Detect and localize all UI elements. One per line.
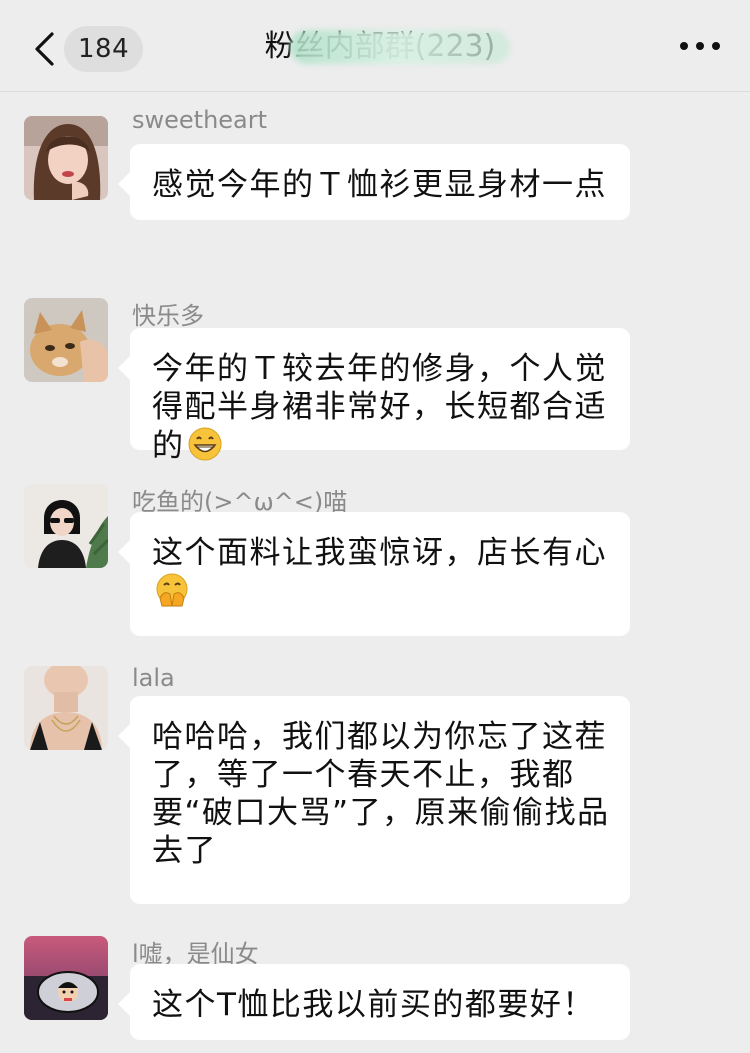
dot-icon <box>680 42 688 50</box>
message-text: 感觉今年的Ｔ恤衫更显身材一点 <box>152 167 607 203</box>
dot-icon <box>696 42 704 50</box>
mirror-cartoon-icon[interactable] <box>24 936 108 1020</box>
back-button[interactable]: 184 <box>26 26 146 72</box>
message-bubble[interactable]: 这个面料让我蛮惊讶，店长有心 <box>118 512 630 636</box>
message-text: 这个T恤比我以前买的都要好！ <box>152 987 595 1023</box>
sender-name: lala <box>132 664 175 692</box>
title-redaction-blur <box>290 30 510 64</box>
face-with-hand-over-mouth-icon <box>154 572 190 608</box>
more-options-button[interactable] <box>680 36 720 56</box>
grinning-face-icon <box>187 426 223 462</box>
sunglasses-girl-icon[interactable] <box>24 484 108 568</box>
message-bubble[interactable]: 哈哈哈，我们都以为你忘了这茬了，等了一个春天不止，我都要“破口大骂”了，原来偷偷… <box>118 696 630 904</box>
cat-icon[interactable] <box>24 298 108 382</box>
woman-portrait-icon[interactable] <box>24 116 108 200</box>
message-text: 哈哈哈，我们都以为你忘了这茬了，等了一个春天不止，我都要“破口大骂”了，原来偷偷… <box>152 719 610 869</box>
unread-count-badge: 184 <box>64 26 144 72</box>
chat-header: 184 粉丝内部群(223) <box>0 0 750 92</box>
chevron-left-icon <box>26 26 62 72</box>
dot-icon <box>712 42 720 50</box>
sender-name: sweetheart <box>132 106 268 134</box>
message-bubble[interactable]: 感觉今年的Ｔ恤衫更显身材一点 <box>118 144 630 220</box>
message-bubble[interactable]: 这个T恤比我以前买的都要好！ <box>118 964 630 1040</box>
sender-name: 快乐多 <box>132 302 204 330</box>
neck-portrait-icon[interactable] <box>24 666 108 750</box>
message-bubble[interactable]: 今年的Ｔ较去年的修身，个人觉得配半身裙非常好，长短都合适的 <box>118 328 630 464</box>
message-text: 这个面料让我蛮惊讶，店长有心 <box>152 535 607 571</box>
